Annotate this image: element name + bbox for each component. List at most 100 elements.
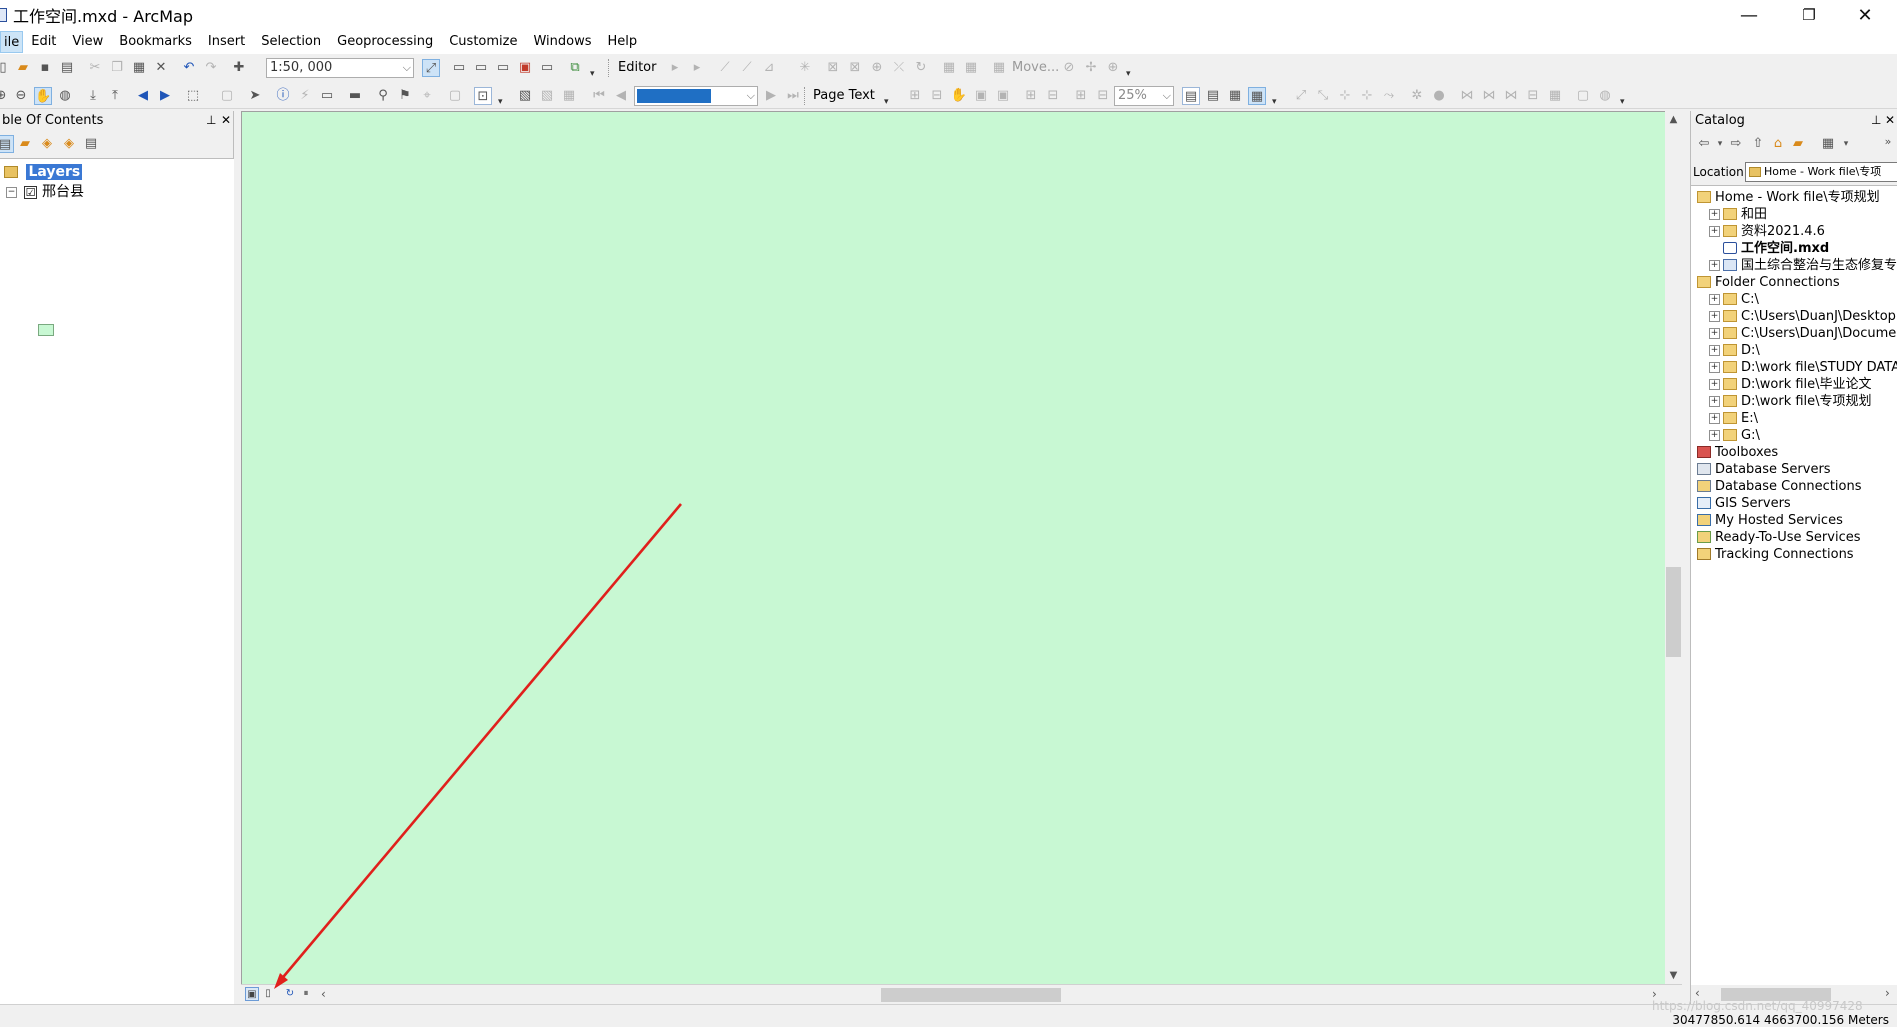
scroll-right-icon[interactable]: › [1885,986,1890,1000]
editor-toolbar-icon[interactable]: ⤢ [422,59,440,77]
catalog-window-icon[interactable]: ▭ [472,59,490,77]
menu-customize[interactable]: Customize [441,31,525,53]
toc-close-button[interactable]: ✕ [221,113,231,127]
focus-data-frame-icon[interactable]: ▧ [516,87,534,105]
restore-button[interactable]: ❐ [1781,0,1837,30]
map-display[interactable] [241,111,1665,984]
zoom-100-icon[interactable]: ▣ [994,87,1012,105]
toolbar-gripper[interactable] [608,59,611,77]
list-by-visibility-icon[interactable]: ◈ [38,135,56,153]
focus-icon[interactable]: ▤ [1204,87,1222,105]
toolbar-options-icon[interactable]: ▾ [1272,97,1277,107]
undo-icon[interactable]: ↶ [180,59,198,77]
catalog-tree-item[interactable]: + C:\Users\DuanJ\Documents [1691,325,1897,342]
toggle-draft-mode-icon[interactable]: ▤ [1182,87,1200,105]
toolbar-options-icon[interactable]: ▾ [498,97,503,107]
connect-folder-icon[interactable]: ▰ [1789,135,1807,153]
catalog-tree-item[interactable]: + 和田 [1691,206,1897,223]
layout-pan-icon[interactable]: ✋ [950,87,968,105]
layout-zoom-combo[interactable]: 25% ⌵ [1114,86,1174,106]
globe-icon[interactable]: ● [1430,87,1448,105]
python-window-icon[interactable]: ▭ [538,59,556,77]
toolbar-options-icon[interactable]: ▾ [1126,69,1131,79]
expand-icon[interactable]: + [1709,362,1720,373]
fixed-zoom-out-icon[interactable]: ⤒ [106,87,124,105]
edit-annotation-icon[interactable]: ▸ [688,59,706,77]
previous-extent-layout-icon[interactable]: ⊞ [1072,87,1090,105]
georef-fit-icon[interactable]: ⤢ [1292,87,1310,105]
full-extent-icon[interactable]: ◍ [56,87,74,105]
layers-node[interactable]: Layers [4,162,83,182]
copy-icon[interactable]: ❐ [108,59,126,77]
catalog-tree-item[interactable]: Tracking Connections [1691,546,1897,563]
page-selector-combo[interactable]: ⌵ [634,86,758,106]
snapping-toolbar-icon[interactable]: ⋈ [1502,87,1520,105]
print-icon[interactable]: ▤ [58,59,76,77]
views-dropdown-icon[interactable]: ▾ [1837,135,1855,153]
catalog-tree-item[interactable]: + D:\work file\STUDY DATA [1691,359,1897,376]
editor-menu[interactable]: Editor [618,58,656,78]
new-document-icon[interactable]: ▯ [0,59,12,77]
scroll-left-icon[interactable]: ‹ [321,987,326,1001]
close-button[interactable]: ✕ [1837,0,1893,30]
page-text-menu[interactable]: Page Text [813,86,875,106]
expand-icon[interactable]: + [1709,294,1720,305]
fixed-zoom-in-icon[interactable]: ⤓ [84,87,102,105]
pin-icon[interactable]: ⊥ [1871,113,1881,127]
first-page-icon[interactable]: ⏮ [590,87,608,105]
create-features-icon[interactable]: ▦ [990,59,1008,77]
layout-zoom-in-icon[interactable]: ⊞ [906,87,924,105]
expand-icon[interactable]: + [1709,260,1720,271]
catalog-tree-item[interactable]: + C:\ [1691,291,1897,308]
catalog-tree-item[interactable]: + D:\work file\专项规划 [1691,393,1897,410]
menu-help[interactable]: Help [600,31,646,53]
catalog-tree-item[interactable]: Folder Connections [1691,274,1897,291]
layout-icon[interactable]: ▧ [538,87,556,105]
fixed-zoom-out-layout-icon[interactable]: ⊟ [1044,87,1062,105]
layer-visibility-checkbox[interactable]: ☑ [24,186,37,199]
expand-icon[interactable]: + [1709,345,1720,356]
generalize-icon[interactable]: ✢ [1082,59,1100,77]
move-tool[interactable]: Move... [1012,58,1059,78]
find-icon[interactable]: ⚲ [374,87,392,105]
horizontal-scroll-thumb[interactable] [881,988,1061,1002]
arctoolbox-icon[interactable]: ▣ [516,59,534,77]
effects-icon[interactable]: ▢ [1574,87,1592,105]
topology-edit-icon[interactable]: ⋈ [1480,87,1498,105]
trace-icon[interactable]: ⊿ [760,59,778,77]
snapping-icon[interactable]: ⊕ [1104,59,1122,77]
cut-icon[interactable]: ✂ [86,59,104,77]
sketch-properties-icon[interactable]: ▦ [962,59,980,77]
select-elements-icon[interactable]: ➤ [246,87,264,105]
georef-link-icon[interactable]: ⤳ [1380,87,1398,105]
toolbar-options-icon[interactable]: ▾ [1620,97,1625,107]
toc-options-icon[interactable]: ▤ [82,135,100,153]
menu-insert[interactable]: Insert [200,31,253,53]
go-to-xy-icon[interactable]: ⌖ [418,87,436,105]
cut-polygon-icon[interactable]: ⊕ [868,59,886,77]
paste-icon[interactable]: ▦ [130,59,148,77]
catalog-tree-item[interactable]: + G:\ [1691,427,1897,444]
list-by-selection-icon[interactable]: ◈ [60,135,78,153]
map-scale-combo[interactable]: 1:50, 000 ⌵ [266,58,414,78]
menu-windows[interactable]: Windows [525,31,599,53]
overflow-icon[interactable]: » [1879,133,1897,151]
save-icon[interactable]: ▪ [36,59,54,77]
views-icon[interactable]: ▦ [1819,135,1837,153]
menu-bookmarks[interactable]: Bookmarks [111,31,200,53]
zoom-out-icon[interactable]: ⊖ [12,87,30,105]
scroll-down-icon[interactable]: ▼ [1665,967,1682,984]
expand-icon[interactable]: + [1709,430,1720,441]
pan-icon[interactable]: ✋ [34,87,52,105]
catalog-tree-item[interactable]: Database Servers [1691,461,1897,478]
open-icon[interactable]: ▰ [14,59,32,77]
vertical-scroll-thumb[interactable] [1666,567,1681,657]
reshape-icon[interactable]: ⊠ [846,59,864,77]
expand-icon[interactable]: + [1709,226,1720,237]
delete-icon[interactable]: ✕ [152,59,170,77]
forward-icon[interactable]: ⇨ [1727,135,1745,153]
topology-icon[interactable]: ⋈ [1458,87,1476,105]
scroll-left-icon[interactable]: ‹ [1695,986,1700,1000]
spatial-adjust-icon[interactable]: ✲ [1408,87,1426,105]
next-page-icon[interactable]: ▶ [762,87,780,105]
